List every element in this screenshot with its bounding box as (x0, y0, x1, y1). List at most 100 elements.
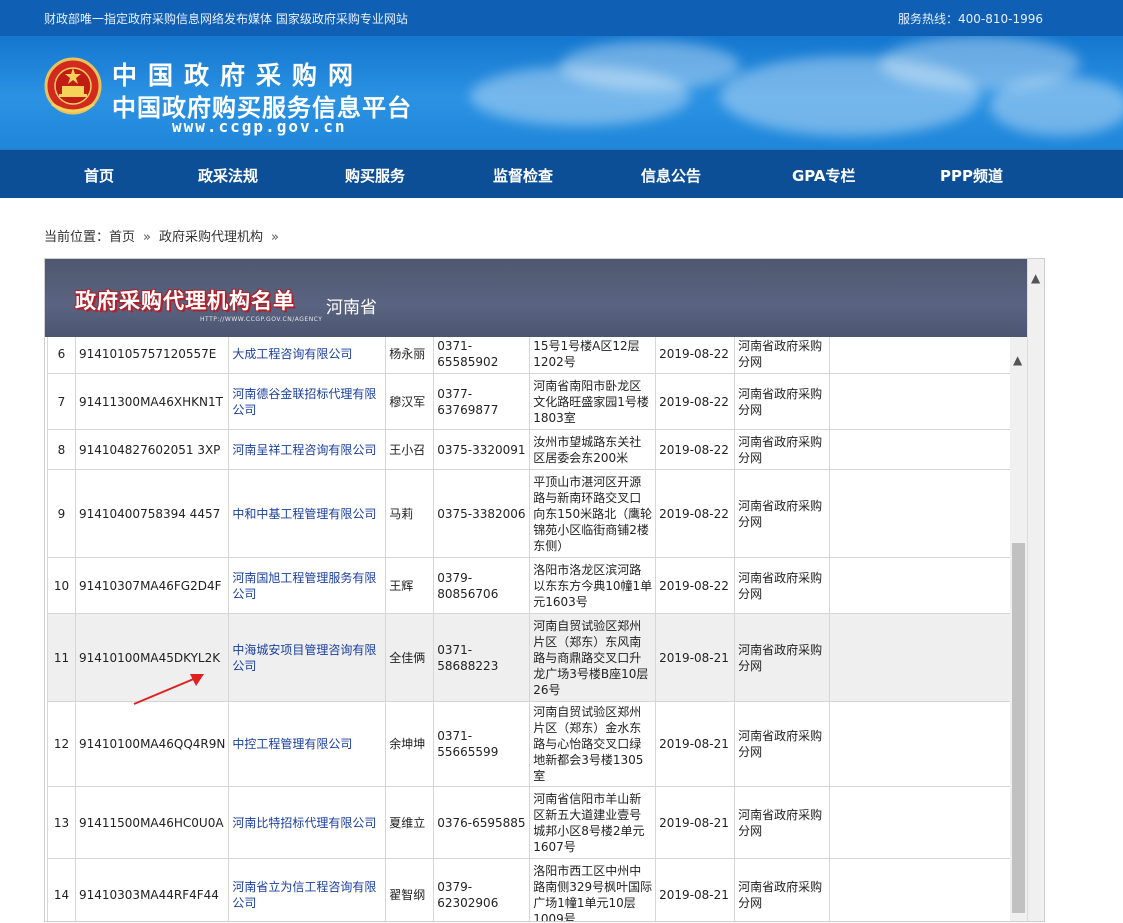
agency-name-cell: 河南省立为信工程咨询有限公司 (228, 858, 387, 921)
empty-cell (829, 613, 1027, 702)
row-number: 6 (47, 337, 76, 374)
empty-cell (829, 557, 1027, 614)
red-arrow-icon (133, 674, 204, 705)
agency-name-link[interactable]: 大成工程咨询有限公司 (232, 347, 352, 361)
agency-name-link[interactable]: 中和中基工程管理有限公司 (232, 507, 376, 521)
address-cell: 洛阳市西工区中州中路南侧329号枫叶国际广场1幢1单元10层1009号 (529, 858, 657, 921)
department-cell: 河南省政府采购分网 (734, 337, 831, 374)
table-row: 13 91411500MA46HC0U0A 河南比特招标代理有限公司 夏维立 0376-… (47, 786, 1027, 859)
department-cell: 河南省政府采购分网 (734, 701, 831, 787)
breadcrumb-current[interactable]: 政府采购代理机构 (159, 230, 263, 245)
date-cell: 2019-08-21 (655, 613, 736, 702)
empty-cell (829, 701, 1027, 787)
table-row: 9 91410400758394 4457 中和中基工程管理有限公司 马莉 0375-3… (47, 469, 1027, 558)
top-strip: 财政部唯一指定政府采购信息网络发布媒体 国家级政府采购专业网站 服务热线：400… (0, 0, 1123, 36)
contact-person-cell: 穆汉军 (385, 373, 435, 430)
department-cell: 河南省政府采购分网 (734, 469, 831, 558)
inner-scrollbar[interactable]: ▲ (1010, 337, 1027, 921)
phone-cell: 0371-55665599 (433, 701, 531, 787)
credit-code-cell: 91410303MA44RF4F44 (74, 858, 230, 921)
nav-supervision[interactable]: 监督检查 (493, 165, 553, 186)
nav-regulations[interactable]: 政采法规 (198, 165, 258, 186)
breadcrumb-prefix: 当前位置： (44, 230, 110, 245)
address-cell: 河南自贸试验区郑州片区（郑东）金水东路与心怡路交叉口绿地新都会3号楼1305室 (529, 701, 657, 787)
address-cell: 汝州市望城路东关社区居委会东200米 (529, 429, 657, 470)
empty-cell (829, 429, 1027, 470)
row-number: 9 (47, 469, 76, 558)
site-banner: 中国政府采购网 中国政府购买服务信息平台 www.ccgp.gov.cn (0, 36, 1123, 149)
agency-list-frame: 政府采购代理机构名单 河南省 HTTP://WWW.CCGP.GOV.CN/AG… (44, 258, 1045, 922)
agency-name-cell: 大成工程咨询有限公司 (228, 337, 387, 374)
table-row: 7 91411300MA46XHKN1T 河南德谷金联招标代理有限公司 穆汉军 0377… (47, 373, 1027, 430)
nav-ppp[interactable]: PPP频道 (940, 165, 1003, 186)
address-cell: 平顶山市湛河区开源路与新南环路交叉口向东150米路北（鹰轮锦苑小区临街商铺2楼东… (529, 469, 657, 558)
table-row: 12 91410100MA46QQ4R9N 中控工程管理有限公司 余坤坤 0371-55… (47, 701, 1027, 787)
date-cell: 2019-08-22 (655, 373, 736, 430)
site-slogan: 财政部唯一指定政府采购信息网络发布媒体 国家级政府采购专业网站 (44, 12, 408, 26)
contact-person-cell: 翟智纲 (385, 858, 435, 921)
outer-scrollbar[interactable]: ▲ (1027, 259, 1044, 921)
agency-name-link[interactable]: 中海城安项目管理咨询有限公司 (232, 643, 376, 673)
nav-announcements[interactable]: 信息公告 (641, 165, 701, 186)
phone-cell: 0379-80856706 (433, 557, 531, 614)
address-cell: 洛阳市洛龙区滨河路以东东方今典10幢1单元1603号 (529, 557, 657, 614)
agency-name-link[interactable]: 河南国旭工程管理服务有限公司 (232, 571, 376, 601)
breadcrumb: 当前位置：首页 » 政府采购代理机构 » (44, 226, 287, 245)
agency-list-header: 政府采购代理机构名单 河南省 HTTP://WWW.CCGP.GOV.CN/AG… (45, 259, 1027, 337)
agency-name-link[interactable]: 河南德谷金联招标代理有限公司 (232, 387, 376, 417)
contact-person-cell: 马莉 (385, 469, 435, 558)
empty-cell (829, 469, 1027, 558)
date-cell: 2019-08-22 (655, 337, 736, 374)
main-nav: 首页 政采法规 购买服务 监督检查 信息公告 GPA专栏 PPP频道 (0, 149, 1123, 198)
agency-name-cell: 中海城安项目管理咨询有限公司 (228, 613, 387, 702)
table-row: 10 91410307MA46FG2D4F 河南国旭工程管理服务有限公司 王辉 0379… (47, 557, 1027, 614)
agency-list-title: 政府采购代理机构名单 (75, 289, 295, 313)
date-cell: 2019-08-22 (655, 429, 736, 470)
department-cell: 河南省政府采购分网 (734, 613, 831, 702)
agency-name-link[interactable]: 河南省立为信工程咨询有限公司 (232, 880, 376, 910)
national-emblem-icon (44, 57, 102, 115)
nav-purchase-service[interactable]: 购买服务 (345, 165, 405, 186)
address-cell: 河南自贸试验区郑州片区（郑东）东风南路与商鼎路交叉口升龙广场3号楼B座10层26… (529, 613, 657, 702)
row-number: 14 (47, 858, 76, 921)
credit-code-cell: 91410100MA46QQ4R9N (74, 701, 230, 787)
phone-cell: 0371-58688223 (433, 613, 531, 702)
service-hotline: 服务热线：400-810-1996 (897, 12, 1043, 26)
scroll-up-icon[interactable]: ▲ (1031, 271, 1040, 285)
table-row: 8 914104827602051 3XP 河南呈祥工程咨询有限公司 王小召 0375-… (47, 429, 1027, 470)
agency-name-cell: 河南呈祥工程咨询有限公司 (228, 429, 387, 470)
contact-person-cell: 王小召 (385, 429, 435, 470)
scroll-up-icon[interactable]: ▲ (1013, 353, 1022, 367)
phone-cell: 0376-6595885 (433, 786, 531, 859)
table-row: 14 91410303MA44RF4F44 河南省立为信工程咨询有限公司 翟智纲 037… (47, 858, 1027, 921)
address-cell: 河南省信阳市羊山新区新五大道建业壹号城邦小区8号楼2单元1607号 (529, 786, 657, 859)
agency-name-link[interactable]: 中控工程管理有限公司 (232, 737, 352, 751)
phone-cell: 0377-63769877 (433, 373, 531, 430)
breadcrumb-separator: » (271, 230, 279, 245)
breadcrumb-home[interactable]: 首页 (109, 230, 135, 245)
credit-code-cell: 91410105757120557E (74, 337, 230, 374)
agency-name-cell: 河南国旭工程管理服务有限公司 (228, 557, 387, 614)
phone-cell: 0375-3320091 (433, 429, 531, 470)
row-number: 7 (47, 373, 76, 430)
agency-name-link[interactable]: 河南呈祥工程咨询有限公司 (232, 443, 376, 457)
agency-name-cell: 河南德谷金联招标代理有限公司 (228, 373, 387, 430)
department-cell: 河南省政府采购分网 (734, 786, 831, 859)
nav-home[interactable]: 首页 (84, 165, 114, 186)
contact-person-cell: 王辉 (385, 557, 435, 614)
inner-scrollbar-thumb[interactable] (1012, 543, 1025, 913)
nav-gpa[interactable]: GPA专栏 (792, 165, 856, 186)
department-cell: 河南省政府采购分网 (734, 373, 831, 430)
agency-list-url: HTTP://WWW.CCGP.GOV.CN/AGENCY (200, 316, 323, 323)
department-cell: 河南省政府采购分网 (734, 858, 831, 921)
empty-cell (829, 373, 1027, 430)
date-cell: 2019-08-22 (655, 557, 736, 614)
province-label: 河南省 (326, 298, 377, 318)
agency-name-link[interactable]: 河南比特招标代理有限公司 (232, 816, 376, 830)
site-logo-title[interactable]: 中国政府采购网 (112, 56, 364, 92)
contact-person-cell: 全佳俩 (385, 613, 435, 702)
agency-name-cell: 中控工程管理有限公司 (228, 701, 387, 787)
agency-table: 6 91410105757120557E 大成工程咨询有限公司 杨永丽 0371-655… (47, 337, 1027, 921)
credit-code-cell: 91410307MA46FG2D4F (74, 557, 230, 614)
site-logo-url: www.ccgp.gov.cn (172, 117, 347, 136)
